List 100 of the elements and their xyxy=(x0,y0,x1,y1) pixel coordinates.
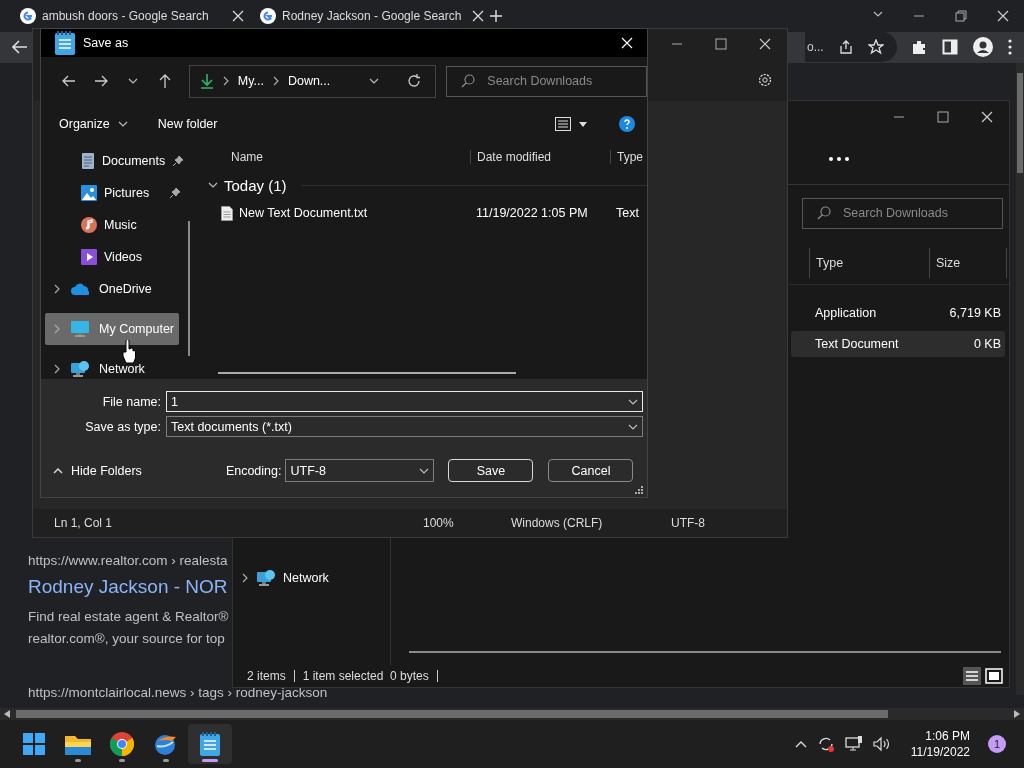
google-icon xyxy=(20,8,36,24)
horizontal-scrollbar[interactable] xyxy=(0,707,1024,720)
network-icon xyxy=(71,361,89,377)
horizontal-scrollbar[interactable] xyxy=(409,651,1001,653)
restore-icon[interactable] xyxy=(955,10,967,22)
puzzle-icon[interactable] xyxy=(911,39,927,56)
search-icon xyxy=(461,74,476,88)
hide-folders-button[interactable]: Hide Folders xyxy=(53,463,142,478)
dialog-button[interactable]: Cancel xyxy=(548,459,634,482)
search-field[interactable]: Search Downloads xyxy=(802,197,1003,229)
result-snippet: Find real estate agent & Realtor® xyxy=(28,607,229,626)
address-bar[interactable]: My... Down... xyxy=(188,64,437,98)
back-icon[interactable] xyxy=(61,75,76,87)
close-icon[interactable] xyxy=(759,38,771,50)
column-header[interactable]: Name xyxy=(199,150,470,164)
column-header[interactable]: Type xyxy=(610,150,643,164)
nav-item[interactable]: OneDrive xyxy=(45,273,179,305)
status-text: Ln 1, Col 1 xyxy=(54,516,114,530)
scroll-left-icon[interactable] xyxy=(4,709,10,718)
new-folder-button[interactable]: New folder xyxy=(157,117,218,131)
scroll-right-icon[interactable] xyxy=(1014,709,1020,718)
nav-item[interactable]: My Computer xyxy=(45,313,179,345)
up-icon[interactable] xyxy=(158,74,171,88)
close-icon[interactable] xyxy=(232,10,244,22)
chevron-icon xyxy=(53,324,61,334)
caret-icon[interactable] xyxy=(579,121,587,127)
settings-icon[interactable] xyxy=(757,72,773,88)
nav-item[interactable]: Documents xyxy=(41,145,181,177)
sync-icon[interactable] xyxy=(816,735,835,753)
file-row[interactable]: Text Document 0 KB xyxy=(791,331,1005,357)
close-icon[interactable] xyxy=(981,111,993,123)
result-link[interactable]: Rodney Jackson - NOR xyxy=(28,575,228,598)
star-icon[interactable] xyxy=(867,39,884,56)
group-header[interactable]: Today (1) xyxy=(224,176,287,194)
dropdown-icon xyxy=(419,466,430,475)
help-icon[interactable] xyxy=(619,116,635,132)
search-icon xyxy=(817,206,831,220)
refresh-icon[interactable] xyxy=(407,74,422,88)
maximize-icon[interactable] xyxy=(937,111,949,123)
encoding-dropdown[interactable]: UTF-8 xyxy=(285,459,435,482)
notification-badge[interactable]: 1 xyxy=(988,735,1006,753)
column-header[interactable]: Type xyxy=(809,247,929,278)
column-header[interactable]: Size xyxy=(929,247,1007,278)
back-icon[interactable] xyxy=(12,40,28,55)
file-name-field[interactable]: 1 xyxy=(166,391,643,412)
network-status-icon[interactable] xyxy=(844,736,863,752)
close-icon[interactable] xyxy=(472,10,484,22)
browser-tab[interactable]: ambush doors - Google Search xyxy=(10,0,250,32)
dialog-title: Save as xyxy=(83,36,129,50)
menu-icon[interactable] xyxy=(1008,39,1012,56)
search-field[interactable]: Search Downloads xyxy=(446,65,647,97)
chrome-icon xyxy=(110,732,134,756)
volume-icon[interactable] xyxy=(872,736,891,752)
chevron-icon xyxy=(221,76,230,86)
maximize-icon[interactable] xyxy=(715,38,727,50)
organize-button[interactable]: Organize xyxy=(59,117,128,131)
horizontal-scrollbar[interactable] xyxy=(218,372,516,374)
view-icon[interactable] xyxy=(555,117,571,131)
nav-item[interactable]: Network xyxy=(45,353,179,379)
browser-tab[interactable]: Rodney Jackson - Google Search xyxy=(250,0,490,32)
item-count: 2 items xyxy=(247,669,286,683)
hand-pointer-icon xyxy=(122,340,136,364)
file-type-dropdown[interactable]: Text documents (*.txt) xyxy=(166,416,643,437)
file-row[interactable]: New Text Document.txt 11/19/2022 1:05 PM Text xyxy=(199,199,647,227)
column-header[interactable]: Date modified xyxy=(470,150,610,164)
selection-info: 1 item selected 0 bytes xyxy=(302,669,429,683)
file-row[interactable]: Application 6,719 KB xyxy=(791,300,1005,326)
nav-item[interactable]: Pictures xyxy=(41,177,181,209)
dropdown-icon xyxy=(628,397,638,406)
field-label: Save as type: xyxy=(84,419,161,434)
pin-icon xyxy=(172,155,185,167)
scrollbar[interactable] xyxy=(1016,62,1024,695)
nav-item[interactable]: Music xyxy=(41,209,181,241)
details-view-icon[interactable] xyxy=(963,667,981,685)
share-icon[interactable] xyxy=(837,39,854,56)
chevron-up-icon[interactable] xyxy=(794,740,807,748)
tiles-view-icon[interactable] xyxy=(985,667,1003,685)
dropdown-icon xyxy=(628,422,638,431)
folder-icon xyxy=(65,733,91,755)
dialog-button[interactable]: Save xyxy=(448,459,534,482)
cloud-icon xyxy=(71,283,89,295)
nav-item[interactable]: Videos xyxy=(41,241,181,273)
new-tab-icon[interactable] xyxy=(490,10,502,22)
side-panel-icon[interactable] xyxy=(942,39,958,56)
address-bar[interactable]: o... xyxy=(805,32,897,63)
clock[interactable]: 1:06 PM 11/19/2022 xyxy=(910,728,970,760)
caret-icon xyxy=(117,120,128,128)
more-icon[interactable] xyxy=(829,156,849,161)
music-icon xyxy=(81,217,97,233)
nav-item[interactable]: Network xyxy=(241,565,390,591)
result-url: https://montclairlocal.news › tags › rodney-jackson xyxy=(28,684,328,700)
scrollbar[interactable] xyxy=(188,221,190,356)
notepad-icon xyxy=(55,31,75,55)
profile-icon[interactable] xyxy=(973,37,993,58)
status-text: Windows (CRLF) xyxy=(511,516,604,530)
forward-icon[interactable] xyxy=(93,75,108,87)
recent-icon xyxy=(127,77,138,85)
document-icon xyxy=(81,153,95,169)
close-icon[interactable] xyxy=(997,10,1009,22)
taskbar-app[interactable] xyxy=(188,724,232,764)
